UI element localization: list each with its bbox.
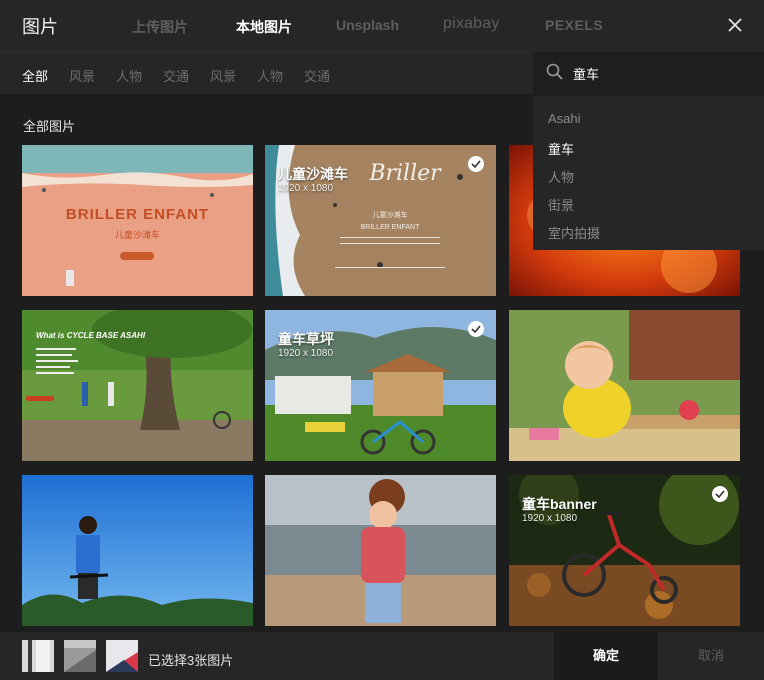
selected-thumbnail-image — [106, 640, 138, 672]
suggestion-item[interactable]: 童车 — [548, 139, 574, 158]
image-thumbnail[interactable]: 童车草坪 1920 x 1080 — [265, 310, 496, 461]
image-title: 童车banner — [522, 496, 597, 512]
search-input[interactable] — [573, 62, 753, 84]
tab-pexels[interactable]: PEXELS — [545, 17, 603, 33]
image-dimensions: 1920 x 1080 — [278, 348, 334, 359]
image-thumbnail[interactable]: Briller 儿童沙滩车 BRILLER ENFANT 儿童沙滩车 1920 … — [265, 145, 496, 296]
selected-thumbnail[interactable] — [22, 640, 54, 672]
filter-traffic[interactable]: 交通 — [163, 66, 189, 85]
image-thumbnail[interactable]: What is CYCLE BASE ASAHI — [22, 310, 253, 461]
search-icon — [546, 63, 563, 80]
dialog-title: 图片 — [22, 17, 58, 37]
beach-aerial-image: BRILLER ENFANT 儿童沙滩车 — [22, 145, 253, 296]
image-title: 儿童沙滩车 — [278, 166, 348, 182]
dialog-footer: 已选择3张图片 确定 取消 — [0, 632, 764, 680]
close-icon — [728, 18, 742, 32]
section-title: 全部图片 — [23, 119, 76, 134]
selected-check-icon[interactable] — [712, 486, 728, 502]
image-dimensions: 1920 x 1080 — [522, 513, 578, 524]
tab-pixabay[interactable]: pixabay — [443, 15, 500, 33]
image-thumbnail[interactable] — [22, 475, 253, 626]
image-picker-dialog: 图片 上传图片 本地图片 Unsplash pixabay PEXELS 全部 … — [0, 0, 764, 680]
image-title: 童车草坪 — [278, 331, 334, 347]
overlay-script-text: Briller — [368, 161, 442, 186]
filter-scenery-2[interactable]: 风景 — [210, 66, 236, 85]
overlay-subtitle-text: 儿童沙滩车 — [115, 229, 160, 241]
selected-thumbnail-image — [64, 640, 96, 672]
selected-count-text: 已选择3张图片 — [148, 653, 234, 668]
selected-check-icon[interactable] — [468, 321, 484, 337]
suggestion-item[interactable]: 室内拍摄 — [548, 223, 600, 242]
tab-unsplash[interactable]: Unsplash — [336, 17, 399, 33]
close-button[interactable] — [722, 12, 748, 38]
filter-traffic-2[interactable]: 交通 — [304, 66, 330, 85]
selected-thumbnail[interactable] — [64, 640, 96, 672]
selected-check-icon[interactable] — [468, 156, 484, 172]
image-thumbnail[interactable]: 童车banner 1920 x 1080 — [509, 475, 740, 626]
filter-scenery[interactable]: 风景 — [69, 66, 95, 85]
overlay-brand-text: What is CYCLE BASE ASAHI — [36, 331, 146, 340]
search-suggestions-dropdown: Asahi 童车 人物 街景 室内拍摄 — [533, 96, 764, 250]
search-box — [533, 52, 764, 94]
overlay-subtitle-text: 儿童沙滩车 — [373, 210, 408, 219]
image-thumbnail[interactable] — [265, 475, 496, 626]
suggestion-item[interactable]: 街景 — [548, 195, 574, 214]
filter-all[interactable]: 全部 — [22, 66, 48, 85]
kid-beach-image — [265, 475, 496, 626]
kid-sky-image — [22, 475, 253, 626]
confirm-button[interactable]: 确定 — [554, 632, 658, 680]
image-thumbnail[interactable] — [509, 310, 740, 461]
filter-people-2[interactable]: 人物 — [257, 66, 283, 85]
selected-thumbnail-image — [22, 640, 54, 672]
image-thumbnail[interactable]: BRILLER ENFANT 儿童沙滩车 — [22, 145, 253, 296]
children-tree-image: What is CYCLE BASE ASAHI — [22, 310, 253, 461]
overlay-brand-text: BRILLER ENFANT — [361, 224, 420, 231]
suggestion-item[interactable]: 人物 — [548, 167, 574, 186]
baby-sandbox-image — [509, 310, 740, 461]
selected-thumbnail[interactable] — [106, 640, 138, 672]
image-dimensions: 1920 x 1080 — [278, 183, 334, 194]
filter-people[interactable]: 人物 — [116, 66, 142, 85]
dialog-header: 图片 上传图片 本地图片 Unsplash pixabay PEXELS — [0, 0, 764, 52]
overlay-brand-text: BRILLER ENFANT — [66, 206, 209, 223]
tab-upload[interactable]: 上传图片 — [132, 17, 188, 37]
tab-local[interactable]: 本地图片 — [236, 17, 292, 37]
cancel-button[interactable]: 取消 — [658, 632, 764, 680]
suggestion-item[interactable]: Asahi — [548, 111, 581, 126]
